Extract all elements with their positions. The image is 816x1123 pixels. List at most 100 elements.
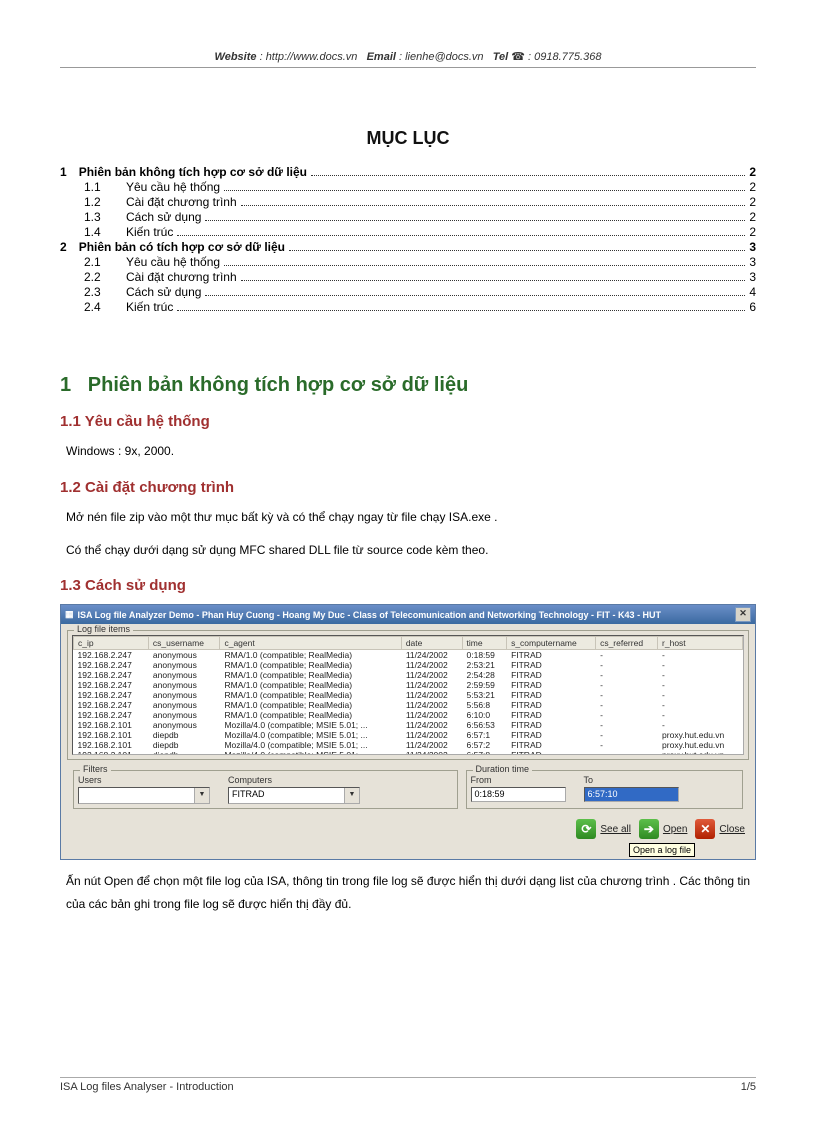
table-cell: diepdb [148, 750, 220, 755]
toc-row[interactable]: 1.4Kiến trúc2 [60, 225, 756, 239]
table-row[interactable]: 192.168.2.101anonymousMozilla/4.0 (compa… [74, 720, 743, 730]
toc-row[interactable]: 2.2Cài đặt chương trình3 [60, 270, 756, 284]
table-cell: anonymous [148, 680, 220, 690]
toc-num: 1.1 [84, 180, 114, 194]
toc-page: 2 [749, 165, 756, 179]
filter-to-input[interactable]: 6:57:10 [584, 787, 679, 802]
table-cell: FITRAD [507, 750, 596, 755]
column-header[interactable]: date [401, 637, 462, 650]
table-cell: 6:57:8 [462, 750, 507, 755]
chevron-down-icon[interactable]: ▼ [344, 788, 359, 803]
table-cell: FITRAD [507, 670, 596, 680]
phone-icon: ☎ [511, 51, 525, 63]
table-row[interactable]: 192.168.2.247anonymousRMA/1.0 (compatibl… [74, 700, 743, 710]
section-1-2-body-1: Mở nén file zip vào một thư mục bất kỳ v… [66, 506, 756, 529]
toc-row[interactable]: 2.4Kiến trúc6 [60, 300, 756, 314]
table-cell: RMA/1.0 (compatible; RealMedia) [220, 680, 401, 690]
table-cell: anonymous [148, 650, 220, 661]
table-cell: proxy.hut.edu.vn [658, 750, 743, 755]
filter-users-combo[interactable]: ▼ [78, 787, 210, 804]
toc-page: 4 [749, 285, 756, 299]
toc-num: 2.4 [84, 300, 114, 314]
column-header[interactable]: time [462, 637, 507, 650]
table-cell: - [596, 650, 658, 661]
table-cell: RMA/1.0 (compatible; RealMedia) [220, 660, 401, 670]
table-row[interactable]: 192.168.2.247anonymousRMA/1.0 (compatibl… [74, 680, 743, 690]
toc-row[interactable]: 1Phiên bản không tích hợp cơ sở dữ liệu2 [60, 165, 756, 179]
toc-row[interactable]: 1.3Cách sử dụng2 [60, 210, 756, 224]
close-icon[interactable]: ✕ [735, 607, 751, 622]
toc-row[interactable]: 1.2Cài đặt chương trình2 [60, 195, 756, 209]
close-button[interactable]: ✕ Close [695, 819, 745, 839]
column-header[interactable]: s_computername [507, 637, 596, 650]
toc: 1Phiên bản không tích hợp cơ sở dữ liệu2… [60, 165, 756, 314]
open-button[interactable]: ➔ Open [639, 819, 687, 839]
filter-computers-value: FITRAD [229, 788, 344, 803]
footer-right: 1/5 [741, 1081, 756, 1093]
toc-num: 2.2 [84, 270, 114, 284]
toc-row[interactable]: 2.3Cách sử dụng4 [60, 285, 756, 299]
table-row[interactable]: 192.168.2.101diepdbMozilla/4.0 (compatib… [74, 740, 743, 750]
table-row[interactable]: 192.168.2.247anonymousRMA/1.0 (compatibl… [74, 670, 743, 680]
table-cell: - [596, 740, 658, 750]
chevron-down-icon[interactable]: ▼ [194, 788, 209, 803]
table-cell: 6:56:53 [462, 720, 507, 730]
toc-row[interactable]: 2.1Yêu cầu hệ thống3 [60, 255, 756, 269]
table-cell: 192.168.2.247 [74, 650, 149, 661]
table-row[interactable]: 192.168.2.247anonymousRMA/1.0 (compatibl… [74, 710, 743, 720]
open-tooltip: Open a log file [629, 843, 695, 857]
header-email-label: Email [367, 51, 396, 63]
section-1-1-heading: 1.1 Yêu cầu hệ thống [60, 413, 756, 430]
toc-page: 2 [749, 180, 756, 194]
table-cell: 192.168.2.101 [74, 750, 149, 755]
table-cell: proxy.hut.edu.vn [658, 730, 743, 740]
log-table[interactable]: c_ipcs_usernamec_agentdatetimes_computer… [73, 636, 743, 755]
table-row[interactable]: 192.168.2.247anonymousRMA/1.0 (compatibl… [74, 650, 743, 661]
table-cell: 6:57:1 [462, 730, 507, 740]
filter-from-input[interactable]: 0:18:59 [471, 787, 566, 802]
refresh-icon: ⟳ [576, 819, 596, 839]
toc-row[interactable]: 1.1Yêu cầu hệ thống2 [60, 180, 756, 194]
table-cell: 192.168.2.247 [74, 670, 149, 680]
table-cell: - [596, 690, 658, 700]
table-cell: 11/24/2002 [401, 700, 462, 710]
table-cell: 192.168.2.247 [74, 690, 149, 700]
page-header: Website : http://www.docs.vn Email : lie… [60, 50, 756, 68]
log-table-wrap[interactable]: c_ipcs_usernamec_agentdatetimes_computer… [72, 635, 744, 755]
table-cell: 2:59:59 [462, 680, 507, 690]
column-header[interactable]: c_ip [74, 637, 149, 650]
column-header[interactable]: cs_referred [596, 637, 658, 650]
seeall-button[interactable]: ⟳ See all [576, 819, 631, 839]
toc-row[interactable]: 2Phiên bản có tích hợp cơ sở dữ liệu3 [60, 240, 756, 254]
column-header[interactable]: r_host [658, 637, 743, 650]
column-header[interactable]: c_agent [220, 637, 401, 650]
column-header[interactable]: cs_username [148, 637, 220, 650]
section-1-title: Phiên bản không tích hợp cơ sở dữ liệu [88, 374, 469, 396]
section-1-3-heading: 1.3 Cách sử dụng [60, 577, 756, 594]
title-bar[interactable]: ▦ ISA Log file Analyzer Demo - Phan Huy … [61, 605, 755, 624]
footer-left: ISA Log files Analyser - Introduction [60, 1081, 234, 1093]
table-cell: FITRAD [507, 720, 596, 730]
table-row[interactable]: 192.168.2.101diepdbMozilla/4.0 (compatib… [74, 750, 743, 755]
table-cell: - [658, 680, 743, 690]
toc-label: Cài đặt chương trình [126, 270, 237, 284]
table-row[interactable]: 192.168.2.247anonymousRMA/1.0 (compatibl… [74, 660, 743, 670]
table-cell: RMA/1.0 (compatible; RealMedia) [220, 710, 401, 720]
duration-group: Duration time From 0:18:59 To 6:57:10 [466, 770, 744, 809]
table-cell: - [658, 720, 743, 730]
log-items-group-label: Log file items [74, 624, 133, 634]
toc-dots [205, 213, 745, 221]
filter-computers-label: Computers [228, 775, 360, 785]
header-website-value: : http://www.docs.vn [260, 51, 358, 63]
header-tel-label: Tel [493, 51, 509, 63]
table-cell: - [658, 650, 743, 661]
toc-label: Kiến trúc [126, 300, 173, 314]
table-cell: Mozilla/4.0 (compatible; MSIE 5.01; ... [220, 730, 401, 740]
table-cell: anonymous [148, 720, 220, 730]
table-row[interactable]: 192.168.2.247anonymousRMA/1.0 (compatibl… [74, 690, 743, 700]
filter-computers-combo[interactable]: FITRAD ▼ [228, 787, 360, 804]
filter-from-label: From [471, 775, 566, 785]
table-row[interactable]: 192.168.2.101diepdbMozilla/4.0 (compatib… [74, 730, 743, 740]
toc-page: 3 [749, 255, 756, 269]
arrow-right-icon: ➔ [639, 819, 659, 839]
